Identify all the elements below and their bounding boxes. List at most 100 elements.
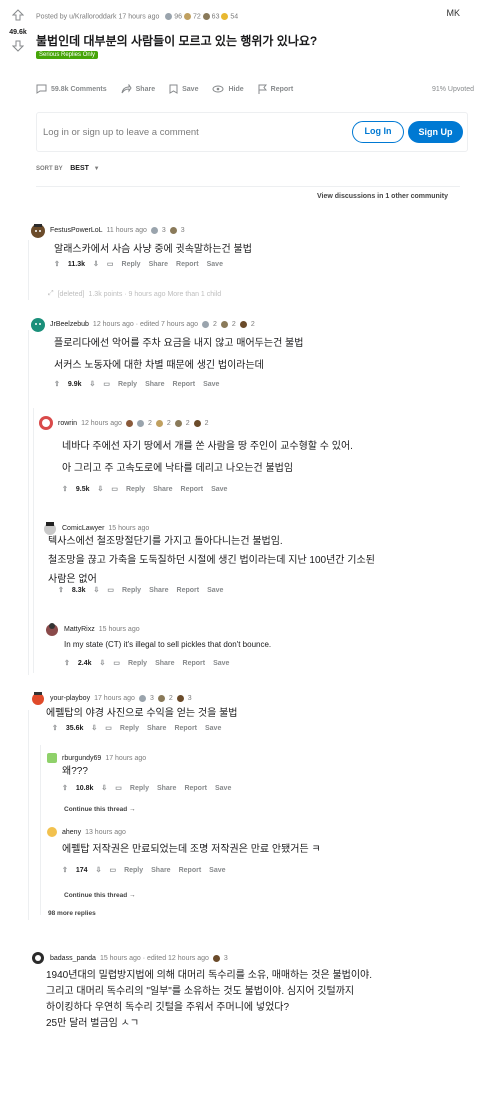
reply-button[interactable]: Reply <box>126 486 145 493</box>
downvote-icon[interactable]: ⇩ <box>96 866 102 874</box>
upvote-icon[interactable]: ⇧ <box>58 586 64 594</box>
comment-body-line: 왜??? <box>62 766 88 777</box>
post-flair[interactable]: Serious Replies Only <box>36 51 99 59</box>
reply-button[interactable]: Reply <box>118 381 137 388</box>
avatar[interactable] <box>46 752 58 764</box>
save-button[interactable]: Save <box>213 660 229 667</box>
comment-username[interactable]: FestusPowerLoL <box>50 227 103 234</box>
comment-score: 2.4k <box>77 659 92 667</box>
save-button[interactable]: Save <box>207 261 223 268</box>
more-replies-link[interactable]: 98 more replies <box>48 910 96 917</box>
continue-thread-link[interactable]: Continue this thread → <box>64 806 136 813</box>
comment-username[interactable]: your-playboy <box>50 695 90 702</box>
report-button[interactable]: Report <box>179 867 202 874</box>
comment-username[interactable]: MattyRixz <box>64 626 95 633</box>
share-button[interactable]: Share <box>147 725 166 732</box>
hide-button[interactable]: Hide <box>212 85 244 93</box>
report-button[interactable]: Report <box>258 84 294 94</box>
reply-button[interactable]: Reply <box>122 261 141 268</box>
save-button[interactable]: Save <box>215 785 231 792</box>
save-button[interactable]: Save <box>209 867 225 874</box>
reply-button[interactable]: Reply <box>128 660 147 667</box>
award-icon <box>221 13 229 20</box>
award-icon <box>202 13 210 20</box>
share-button[interactable]: Share <box>121 84 155 94</box>
report-button[interactable]: Report <box>176 261 199 268</box>
share-label: Share <box>135 85 156 93</box>
report-button[interactable]: Report <box>173 381 196 388</box>
reply-button[interactable]: Reply <box>130 785 149 792</box>
expand-icon[interactable]: ⤢ <box>48 290 54 298</box>
report-button[interactable]: Report <box>184 785 207 792</box>
downvote-icon[interactable]: ⇩ <box>93 260 99 268</box>
upvote-icon[interactable]: ⇧ <box>52 724 58 732</box>
report-label: Report <box>270 85 294 93</box>
comments-button[interactable]: 59.8k Comments <box>36 84 107 94</box>
upvote-icon[interactable]: ⇧ <box>62 784 68 792</box>
comment-header: rburgundy69 17 hours ago <box>46 752 476 764</box>
share-button[interactable]: Share <box>157 785 176 792</box>
hide-label: Hide <box>228 85 244 93</box>
save-button[interactable]: Save <box>205 725 221 732</box>
report-button[interactable]: Report <box>177 587 200 594</box>
signup-button[interactable]: Sign Up <box>408 121 463 143</box>
deleted-comment[interactable]: ⤢ [deleted] 1.3k points · 9 hours ago Mo… <box>48 290 448 298</box>
comment-username[interactable]: rburgundy69 <box>62 755 101 762</box>
share-button[interactable]: Share <box>149 587 168 594</box>
avatar[interactable] <box>46 826 58 838</box>
eye-slash-icon <box>212 85 224 93</box>
reply-button[interactable]: Reply <box>120 725 139 732</box>
downvote-icon[interactable]: ⇩ <box>90 380 96 388</box>
save-button[interactable]: Save <box>207 587 223 594</box>
avatar[interactable] <box>38 415 54 431</box>
comment-body-line: 하이킹하다 우연히 독수리 깃털을 주워서 주머니에 넣었다? <box>46 1002 290 1013</box>
sort-dropdown[interactable]: SORT BY BEST ▼ <box>36 165 100 172</box>
downvote-icon[interactable]: ⇩ <box>91 724 97 732</box>
continue-thread-link[interactable]: Continue this thread → <box>64 892 136 899</box>
avatar[interactable] <box>44 621 60 637</box>
save-button[interactable]: Save <box>203 381 219 388</box>
comment-actions: ⇧ 174 ⇩ ▭ Reply Share Report Save <box>62 866 476 875</box>
comment-actions: ⇧ 35.6k ⇩ ▭ Reply Share Report Save <box>46 724 480 733</box>
share-button[interactable]: Share <box>155 660 174 667</box>
comment-username[interactable]: ComicLawyer <box>62 525 104 532</box>
downvote-icon[interactable]: ⇩ <box>101 784 107 792</box>
save-button[interactable]: Save <box>211 486 227 493</box>
comment-username[interactable]: badass_panda <box>50 955 96 962</box>
report-button[interactable]: Report <box>174 725 197 732</box>
avatar[interactable] <box>30 690 46 706</box>
avatar[interactable] <box>30 950 46 966</box>
reply-button[interactable]: Reply <box>124 867 143 874</box>
upvote-icon[interactable] <box>11 9 25 21</box>
downvote-icon[interactable]: ⇩ <box>98 485 104 493</box>
upvoted-percentage: 91% Upvoted <box>431 86 474 93</box>
share-button[interactable]: Share <box>151 867 170 874</box>
reply-button[interactable]: Reply <box>122 587 141 594</box>
comment-username[interactable]: rowrin <box>58 420 77 427</box>
comment-username[interactable]: JrBeelzebub <box>50 321 89 328</box>
share-button[interactable]: Share <box>145 381 164 388</box>
upvote-icon[interactable]: ⇧ <box>64 659 70 667</box>
view-discussions-link[interactable]: View discussions in 1 other community <box>317 193 448 200</box>
comment-username[interactable]: aheny <box>62 829 81 836</box>
save-button[interactable]: Save <box>169 84 198 94</box>
award-count: 54 <box>230 13 239 21</box>
downvote-icon[interactable] <box>11 40 25 52</box>
share-button[interactable]: Share <box>149 261 168 268</box>
comment-icon <box>36 84 47 94</box>
login-button[interactable]: Log In <box>352 121 404 143</box>
avatar[interactable] <box>30 222 46 238</box>
report-button[interactable]: Report <box>181 486 204 493</box>
upvote-icon[interactable]: ⇧ <box>54 260 60 268</box>
upvote-icon[interactable]: ⇧ <box>54 380 60 388</box>
downvote-icon[interactable]: ⇩ <box>94 586 100 594</box>
comment-body-line: 1940년대의 밀렵방지법에 의해 대머리 독수리를 소유, 매매하는 것은 불… <box>46 970 373 981</box>
upvote-icon[interactable]: ⇧ <box>62 866 68 874</box>
avatar[interactable] <box>30 316 46 332</box>
post-title[interactable]: 불법인데 대부분의 사람들이 모르고 있는 행위가 있나요? <box>36 32 317 49</box>
downvote-icon[interactable]: ⇩ <box>100 659 106 667</box>
comment-score: 10.8k <box>75 784 94 792</box>
report-button[interactable]: Report <box>183 660 206 667</box>
share-button[interactable]: Share <box>153 486 172 493</box>
upvote-icon[interactable]: ⇧ <box>62 485 68 493</box>
